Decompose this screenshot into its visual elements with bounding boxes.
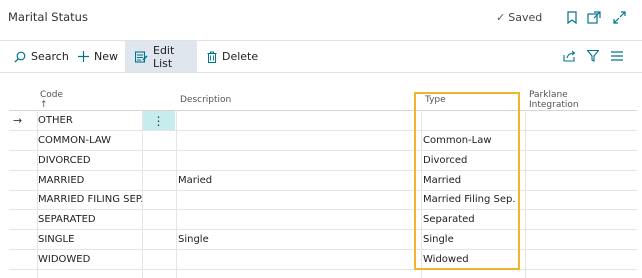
description-cell[interactable]: Single bbox=[178, 230, 209, 249]
saved-label: Saved bbox=[508, 11, 543, 24]
bookmark-icon[interactable] bbox=[565, 10, 579, 24]
share-icon[interactable] bbox=[561, 48, 577, 64]
code-cell[interactable]: WIDOWED bbox=[38, 250, 90, 269]
code-cell[interactable]: MARRIED FILING SEP. bbox=[38, 190, 143, 209]
column-header-parklane-integration[interactable]: Parklane Integration bbox=[529, 90, 579, 110]
column-divider bbox=[37, 110, 38, 278]
current-row-arrow-icon: → bbox=[13, 114, 23, 127]
table-row-partial bbox=[9, 270, 637, 278]
table-row[interactable]: WIDOWED Widowed bbox=[9, 250, 637, 270]
search-label: Search bbox=[31, 50, 69, 63]
new-button[interactable]: New bbox=[78, 41, 118, 72]
column-divider bbox=[525, 110, 526, 278]
code-cell[interactable]: DIVORCED bbox=[38, 151, 91, 170]
code-cell[interactable]: SINGLE bbox=[38, 230, 74, 249]
checkmark-icon: ✓ bbox=[496, 11, 506, 24]
column-header-code[interactable]: Code ↑ bbox=[40, 90, 63, 110]
saved-status: ✓ Saved bbox=[496, 11, 542, 24]
delete-label: Delete bbox=[222, 50, 259, 63]
edit-list-button[interactable]: Edit List bbox=[125, 41, 197, 72]
plus-icon bbox=[78, 51, 89, 62]
code-cell[interactable]: COMMON-LAW bbox=[38, 131, 111, 150]
table-row[interactable]: MARRIED Maried Married bbox=[9, 171, 637, 191]
search-icon bbox=[14, 51, 26, 63]
trash-icon bbox=[207, 51, 217, 63]
open-new-window-icon[interactable] bbox=[587, 10, 601, 24]
table-row[interactable]: SINGLE Single Single bbox=[9, 230, 637, 250]
table-row[interactable]: DIVORCED Divorced bbox=[9, 151, 637, 171]
delete-button[interactable]: Delete bbox=[207, 41, 258, 72]
table-row[interactable]: SEPARATED Separated bbox=[9, 210, 637, 230]
column-header-description[interactable]: Description bbox=[180, 90, 231, 110]
table-row[interactable]: → OTHER ⋮ bbox=[9, 111, 637, 131]
action-toolbar: Search New Edit List Delete bbox=[0, 40, 642, 73]
code-cell[interactable]: OTHER bbox=[38, 111, 73, 130]
edit-list-label: Edit List bbox=[153, 43, 175, 70]
table-row[interactable]: COMMON-LAW Common-Law bbox=[9, 131, 637, 151]
expand-icon[interactable] bbox=[612, 10, 626, 24]
type-column-highlight bbox=[414, 92, 520, 270]
column-divider bbox=[176, 110, 177, 278]
row-actions-menu-icon[interactable]: ⋮ bbox=[142, 111, 175, 130]
filter-icon[interactable] bbox=[585, 48, 601, 64]
column-divider bbox=[142, 110, 143, 278]
list-view-icon[interactable] bbox=[609, 48, 625, 64]
code-cell[interactable]: SEPARATED bbox=[38, 210, 96, 229]
table-row[interactable]: MARRIED FILING SEP. Married Filing Sep. bbox=[9, 190, 637, 210]
code-cell[interactable]: MARRIED bbox=[38, 171, 84, 190]
search-button[interactable]: Search bbox=[14, 41, 69, 72]
description-cell[interactable]: Maried bbox=[178, 171, 212, 190]
new-label: New bbox=[94, 50, 118, 63]
edit-list-icon bbox=[135, 50, 148, 63]
page-title: Marital Status bbox=[8, 10, 88, 24]
